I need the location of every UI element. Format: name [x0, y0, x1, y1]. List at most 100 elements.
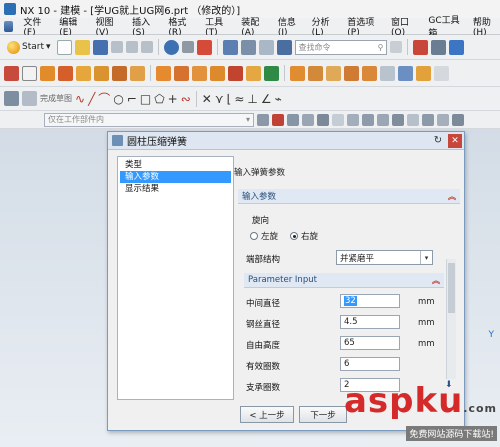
- trim-body-icon[interactable]: [264, 65, 279, 81]
- touch-mode-icon[interactable]: [276, 39, 292, 55]
- select-body-icon[interactable]: [317, 113, 329, 126]
- active-coils-input[interactable]: 6: [340, 357, 400, 371]
- reset-icon[interactable]: ↻: [432, 135, 444, 146]
- dimension-icon[interactable]: ⊥: [247, 92, 257, 106]
- mirror-icon[interactable]: [228, 65, 243, 81]
- sheet-icon[interactable]: [398, 65, 413, 81]
- point-icon[interactable]: +: [168, 92, 178, 106]
- scrollbar-thumb[interactable]: [448, 263, 455, 313]
- sphere-icon[interactable]: [130, 65, 145, 81]
- delete-icon[interactable]: [196, 39, 212, 55]
- sketch-icon[interactable]: [4, 65, 19, 81]
- snap-point-icon[interactable]: [257, 113, 269, 126]
- params-scrollbar[interactable]: [446, 259, 456, 379]
- sew-icon[interactable]: [416, 65, 431, 81]
- snap-icon[interactable]: [412, 39, 428, 55]
- chamfer-icon[interactable]: [290, 65, 305, 81]
- command-search-input[interactable]: 查找命令 ⚲: [294, 39, 387, 55]
- finish-sketch-label[interactable]: 完成草图: [40, 93, 72, 104]
- edge-blend-icon[interactable]: [246, 65, 261, 81]
- polygon-icon[interactable]: ⬠: [154, 92, 164, 106]
- mean-diameter-input[interactable]: 32: [340, 294, 400, 308]
- mid-point-icon[interactable]: [377, 113, 389, 126]
- hole-icon[interactable]: [326, 65, 341, 81]
- control-point-icon[interactable]: [392, 113, 404, 126]
- redo-icon[interactable]: [181, 41, 194, 53]
- constraint-icon[interactable]: ∠: [261, 92, 272, 106]
- center-point-icon[interactable]: [422, 113, 434, 126]
- input-params-group-header[interactable]: 输入参数 ︽: [238, 189, 460, 204]
- on-curve-icon[interactable]: [452, 113, 464, 126]
- save-icon[interactable]: [92, 39, 108, 55]
- revolve-icon[interactable]: [58, 65, 73, 81]
- end-point-icon[interactable]: [362, 113, 374, 126]
- nav-item-input-params[interactable]: 输入参数: [120, 171, 231, 183]
- back-button[interactable]: < 上一步: [240, 406, 294, 423]
- fillet-icon[interactable]: ⌐: [127, 92, 137, 106]
- datum-plane-icon[interactable]: [22, 65, 37, 81]
- menu-app-icon[interactable]: [4, 20, 14, 32]
- mirror-curve-icon[interactable]: ⌁: [275, 92, 282, 106]
- finish-sketch-flag-icon[interactable]: [22, 91, 37, 106]
- wire-diameter-input[interactable]: 4.5: [340, 315, 400, 329]
- extrude-icon[interactable]: [40, 65, 55, 81]
- offset-curve-icon[interactable]: ≈: [234, 92, 244, 106]
- paste-icon[interactable]: [140, 41, 153, 53]
- select-all-icon[interactable]: [272, 113, 284, 126]
- lasso-select-icon[interactable]: [347, 113, 359, 126]
- circle-icon[interactable]: ○: [113, 92, 123, 106]
- profile-icon[interactable]: ∿: [75, 92, 85, 106]
- right-hand-radio[interactable]: 右旋: [290, 230, 318, 242]
- nav-item-show-results[interactable]: 显示结果: [120, 183, 231, 195]
- start-button[interactable]: Start ▾: [4, 40, 54, 54]
- cylinder-icon[interactable]: [94, 65, 109, 81]
- next-button[interactable]: 下一步: [299, 406, 347, 423]
- close-button[interactable]: ✕: [448, 133, 462, 148]
- box-select-icon[interactable]: [332, 113, 344, 126]
- intersection-icon[interactable]: [407, 113, 419, 126]
- view-icon[interactable]: [448, 39, 464, 55]
- left-hand-radio[interactable]: 左旋: [250, 230, 278, 242]
- quick-trim-icon[interactable]: ✕: [202, 92, 212, 106]
- free-height-unit: mm: [418, 339, 435, 349]
- select-curve-icon[interactable]: [287, 113, 299, 126]
- end-structure-select[interactable]: 并紧磨平 ▾: [336, 250, 433, 265]
- open-folder-icon[interactable]: [74, 39, 90, 55]
- toolbar-separator: [195, 90, 197, 107]
- make-corner-icon[interactable]: ⌊: [227, 92, 232, 106]
- offset-face-icon[interactable]: [362, 65, 377, 81]
- free-height-input[interactable]: 65: [340, 336, 400, 350]
- selection-filter-dropdown[interactable]: 仅在工作部件内 ▾: [44, 112, 254, 127]
- undo-icon[interactable]: [163, 39, 179, 55]
- cone-icon[interactable]: [112, 65, 127, 81]
- block-icon[interactable]: [76, 65, 91, 81]
- quick-extend-icon[interactable]: ⋎: [215, 92, 224, 106]
- spline-icon[interactable]: ∾: [181, 92, 191, 106]
- quadrant-icon[interactable]: [437, 113, 449, 126]
- thicken-icon[interactable]: [380, 65, 395, 81]
- window-icon[interactable]: [240, 39, 256, 55]
- rectangle-icon[interactable]: □: [140, 92, 151, 106]
- draft-icon[interactable]: [344, 65, 359, 81]
- shell-icon[interactable]: [308, 65, 323, 81]
- toolbar-separator: [216, 39, 218, 55]
- extract-icon[interactable]: [434, 65, 449, 81]
- parameter-input-group-header[interactable]: Parameter Input ︽: [244, 273, 444, 288]
- line-icon[interactable]: ╱: [88, 92, 95, 106]
- copy-icon[interactable]: [125, 41, 138, 53]
- command-finder-icon[interactable]: [258, 39, 274, 55]
- arc-icon[interactable]: ⌒: [98, 90, 110, 107]
- subtract-icon[interactable]: [174, 65, 189, 81]
- nav-item-type[interactable]: 类型: [120, 159, 231, 171]
- pattern-icon[interactable]: [210, 65, 225, 81]
- select-face-icon[interactable]: [302, 113, 314, 126]
- cut-icon[interactable]: [110, 41, 123, 53]
- intersect-icon[interactable]: [192, 65, 207, 81]
- dialog-title-bar[interactable]: 圆柱压缩弹簧 ↻ ✕: [108, 132, 464, 150]
- sketch-mode-icon[interactable]: [4, 91, 19, 106]
- help-icon[interactable]: [389, 41, 402, 53]
- unite-icon[interactable]: [156, 65, 171, 81]
- new-file-icon[interactable]: [56, 39, 72, 55]
- layer-icon[interactable]: [222, 39, 238, 55]
- gear-icon[interactable]: [430, 39, 446, 55]
